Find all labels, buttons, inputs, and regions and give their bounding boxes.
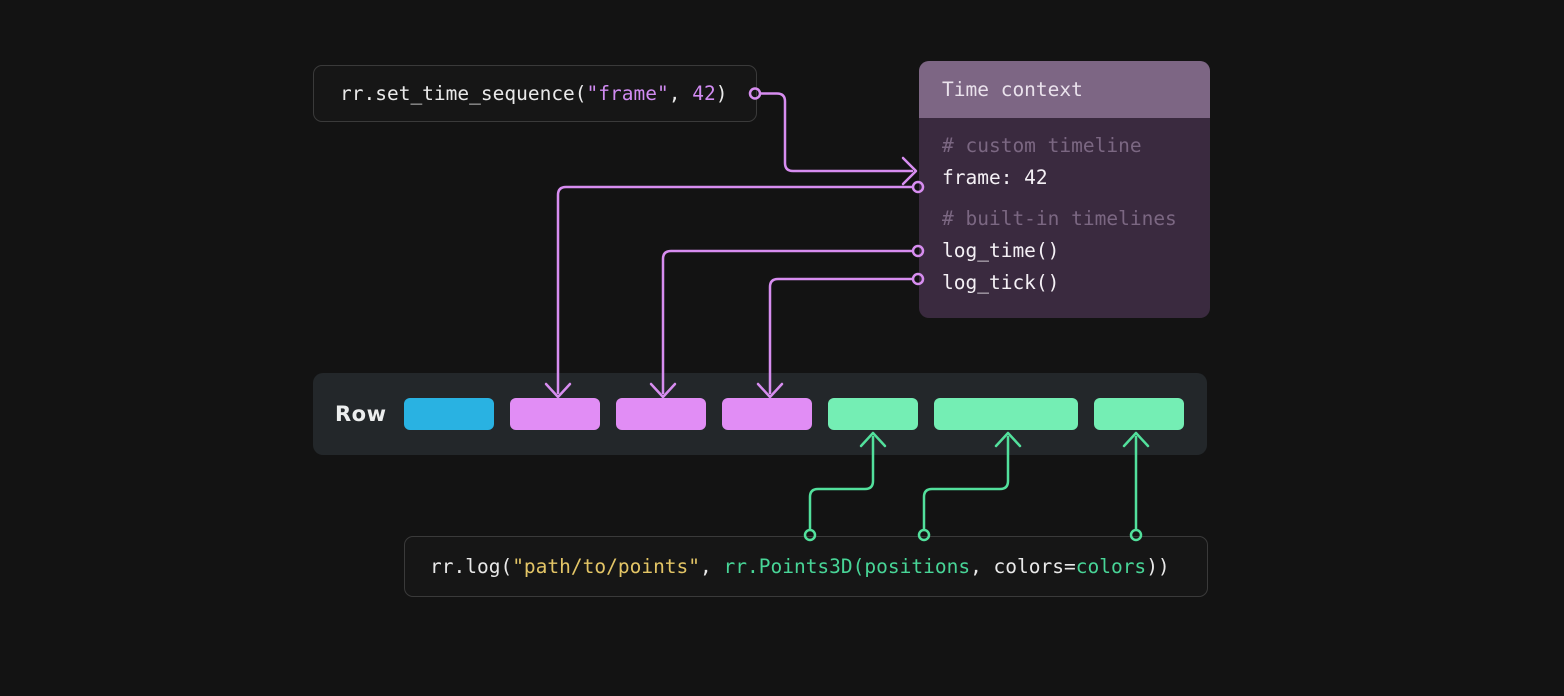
row-block-6-green [934, 398, 1078, 430]
log-time-timeline: log_time() [919, 235, 1210, 267]
row-block-7-green [1094, 398, 1184, 430]
row-block-4-purple [722, 398, 812, 430]
code-token: ) [716, 82, 728, 105]
log-call-code-box: rr.log("path/to/points", rr.Points3D(pos… [404, 536, 1208, 597]
code-token-number: 42 [692, 82, 715, 105]
set-time-sequence-code-box: rr.set_time_sequence("frame", 42) [313, 65, 757, 122]
time-context-panel-body: # custom timeline frame: 42 # built-in t… [919, 130, 1210, 299]
arrow-frame-to-row [546, 182, 923, 397]
code-token: , colors= [970, 555, 1076, 578]
row-block-5-green [828, 398, 918, 430]
time-context-title: Time context [942, 78, 1083, 101]
code-token: , [669, 82, 692, 105]
time-context-panel-header: Time context [919, 61, 1210, 118]
builtin-timelines-comment: # built-in timelines [919, 203, 1210, 235]
custom-timeline-comment: # custom timeline [919, 130, 1210, 162]
code-token: , [700, 555, 723, 578]
code-token: )) [1146, 555, 1169, 578]
code-token-colors-value: colors [1076, 555, 1146, 578]
row-block-1-blue [404, 398, 494, 430]
code-token-path-string: "path/to/points" [512, 555, 700, 578]
row-timeline-bar: Row [313, 373, 1207, 455]
row-block-2-purple [510, 398, 600, 430]
time-context-panel: Time context # custom timeline frame: 42… [919, 61, 1210, 318]
code-token-points3d: rr.Points3D(positions [724, 555, 971, 578]
diagram-canvas: rr.set_time_sequence("frame", 42) Time c… [0, 0, 1564, 696]
row-label: Row [335, 373, 387, 455]
frame-timeline-value: frame: 42 [919, 162, 1210, 194]
row-block-3-purple [616, 398, 706, 430]
code-token-string: "frame" [587, 82, 669, 105]
log-tick-timeline: log_tick() [919, 267, 1210, 299]
arrow-settime-to-frame [750, 89, 916, 185]
code-token: rr.set_time_sequence( [340, 82, 587, 105]
code-token: rr.log( [430, 555, 512, 578]
